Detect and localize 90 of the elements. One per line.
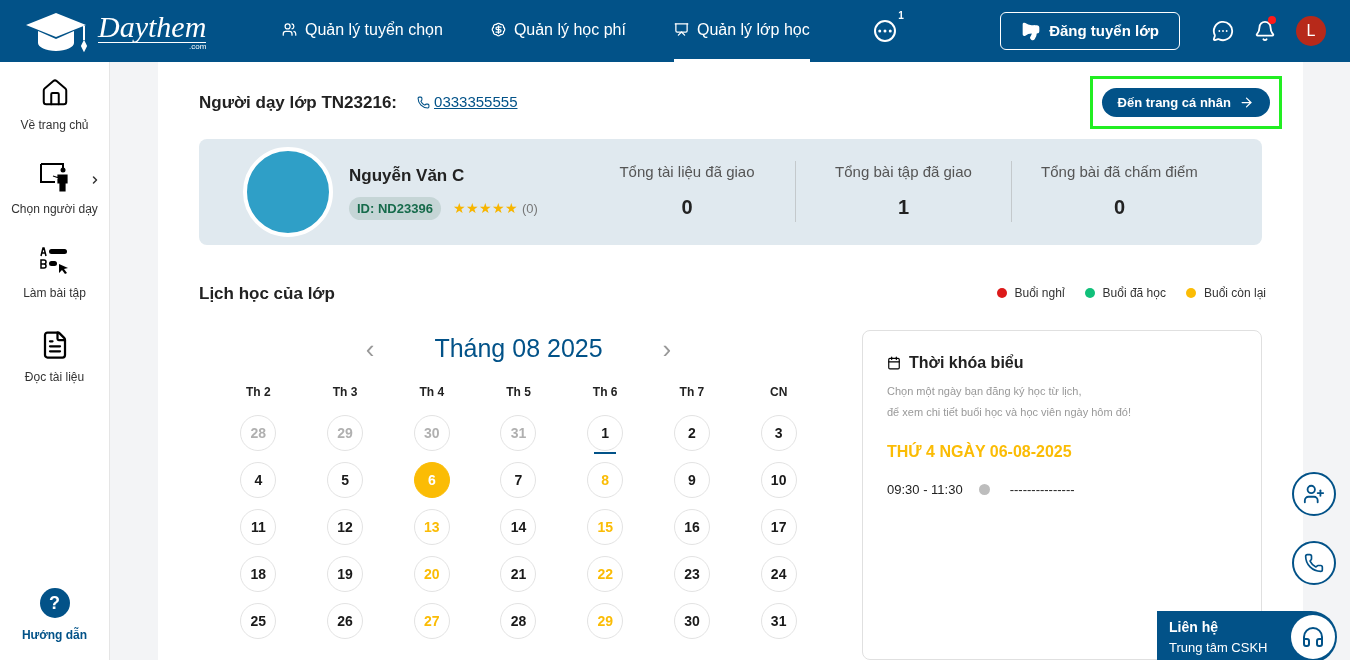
calendar-day[interactable]: 25 (240, 603, 277, 639)
logo-suffix: .com (188, 42, 207, 51)
board-icon (673, 22, 689, 37)
month-title: Tháng 08 2025 (434, 333, 603, 365)
calendar-day[interactable]: 19 (327, 556, 364, 592)
calendar-day[interactable]: 21 (500, 556, 537, 592)
star-icon: ★ (465, 197, 479, 219)
legend-label: Buổi còn lại (1203, 285, 1266, 303)
add-user-button[interactable] (1292, 472, 1336, 516)
weekday-label: Th 5 (505, 384, 532, 401)
calendar-day[interactable]: 7 (500, 462, 537, 498)
timetable-title: Thời khóa biểu (909, 353, 1024, 373)
calendar-day[interactable]: 12 (327, 509, 364, 545)
arrow-right-icon (1239, 94, 1254, 110)
sidebar-item[interactable]: Chọn người dạy (0, 162, 109, 218)
stat-value: 1 (897, 194, 910, 220)
calendar-day[interactable]: 11 (240, 509, 277, 545)
notification-icon[interactable] (1254, 20, 1276, 42)
legend-label: Buổi nghỉ (1014, 285, 1065, 303)
post-class-button[interactable]: Đăng tuyển lớp (1000, 12, 1180, 50)
calendar-day[interactable]: 30 (673, 603, 710, 639)
call-button[interactable] (1292, 541, 1336, 585)
calendar-icon (887, 356, 901, 370)
star-icon: ★ (491, 197, 505, 219)
teacher-name: Nguyễn Văn C (349, 165, 466, 188)
session-time: 09:30 - 11:30 (887, 481, 963, 499)
calendar-day[interactable]: 16 (673, 509, 710, 545)
calendar-day[interactable]: 26 (327, 603, 364, 639)
schedule-title: Lịch học của lớp (199, 282, 335, 305)
more-count-text: 1 (898, 9, 904, 23)
more-icon (873, 20, 896, 42)
nav-tab[interactable]: Quản lý học phí (490, 0, 626, 62)
star-icon: ★ (478, 197, 492, 219)
teacher-at-board-icon (38, 162, 71, 192)
timetable-hint: Chọn một ngày bạn đăng ký học từ lịch, (887, 384, 1083, 399)
teacher-id-badge: ID: ND23396 (349, 196, 441, 221)
calendar-day[interactable]: 14 (500, 509, 537, 545)
stat-label: Tổng tài liệu đã giao (619, 162, 755, 183)
session-detail: --------------- (1009, 481, 1075, 499)
headset-icon (1291, 615, 1335, 659)
calendar-day[interactable]: 31 (760, 603, 797, 639)
calendar-day[interactable]: 5 (327, 462, 364, 498)
legend-label: Buổi đã học (1102, 285, 1166, 303)
sidebar-item[interactable]: Đọc tài liệu (0, 330, 109, 386)
phone-link[interactable]: 0333355555 (417, 91, 518, 114)
weekday-label: Th 6 (591, 384, 619, 401)
contact-subtitle: Trung tâm CSKH (1169, 638, 1268, 657)
help-link[interactable]: ? Hướng dẫn (21, 588, 88, 644)
chat-icon[interactable] (1212, 20, 1234, 42)
timetable-hint: để xem chi tiết buổi học và học viên ngày hôm đó! (887, 404, 1132, 420)
megaphone-icon (1021, 21, 1042, 41)
stat-label: Tổng bài đã chấm điểm (1041, 162, 1198, 183)
weekday-label: Th 7 (678, 384, 706, 401)
users-icon (282, 22, 297, 37)
star-icon: ★ (452, 197, 466, 219)
star-icon: ★ (504, 197, 518, 219)
calendar-day[interactable]: 3 (760, 415, 797, 451)
phone-icon (417, 95, 431, 109)
calendar-day[interactable]: 24 (760, 556, 797, 592)
calendar-day[interactable]: 9 (673, 462, 710, 498)
stat-label: Tổng bài tập đã giao (835, 162, 972, 183)
weekday-label: CN (768, 384, 789, 401)
logo-text: Daythem (98, 11, 207, 43)
calendar-day[interactable]: 2 (673, 415, 710, 451)
question-icon: ? (39, 588, 70, 618)
user-avatar[interactable]: L (1296, 16, 1326, 46)
contact-title: Liên hệ (1169, 617, 1219, 637)
phone-icon (1304, 553, 1324, 573)
dollar-icon (490, 22, 506, 37)
selected-date: THỨ 4 NGÀY 06-08-2025 (887, 441, 1073, 462)
sidebar-item[interactable]: Làm bài tập (0, 246, 109, 302)
calendar-day[interactable]: 4 (240, 462, 277, 498)
calendar-day[interactable]: 10 (760, 462, 797, 498)
stat-value: 0 (681, 194, 693, 220)
calendar-day[interactable]: 17 (760, 509, 797, 545)
calendar-day[interactable]: 18 (240, 556, 277, 592)
rating-count: (0) (521, 199, 538, 218)
nav-tab[interactable]: Quản lý tuyển chọn (282, 0, 443, 62)
sidebar-item[interactable]: Về trang chủ (0, 78, 109, 134)
teacher-section-title: Người dạy lớp TN23216: (199, 91, 398, 114)
calendar-day[interactable]: 28 (500, 603, 537, 639)
calendar-day[interactable]: 23 (673, 556, 710, 592)
weekday-label: Th 2 (245, 384, 272, 401)
profile-button[interactable]: Đến trang cá nhân (1101, 87, 1270, 117)
calendar-day[interactable]: 1 (587, 415, 624, 451)
weekday-label: Th 3 (331, 384, 359, 401)
contact-widget[interactable]: Liên hệ Trung tâm CSKH (1157, 611, 1337, 660)
stat-value: 0 (1113, 194, 1126, 220)
add-user-icon (1303, 483, 1325, 505)
weekday-label: Th 4 (418, 384, 446, 401)
